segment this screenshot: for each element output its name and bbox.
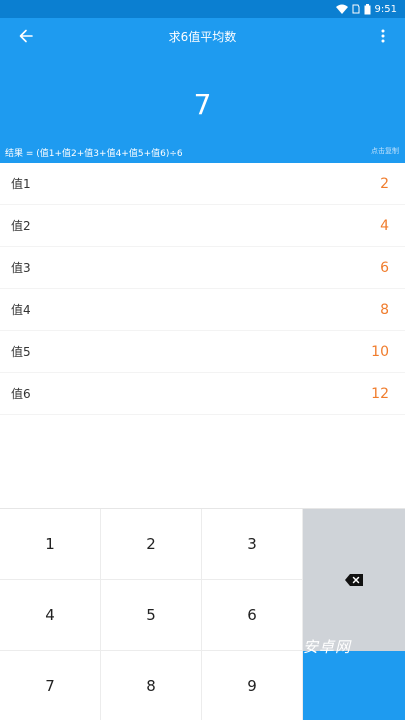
watermark: 安卓网 <box>303 638 352 656</box>
value-label: 值5 <box>11 345 31 359</box>
more-options-button[interactable] <box>375 24 391 48</box>
key-1[interactable]: 1 <box>0 509 101 580</box>
value-number: 12 <box>371 385 389 402</box>
back-button[interactable] <box>14 24 38 48</box>
value-number: 8 <box>380 301 389 318</box>
key-5[interactable]: 5 <box>101 580 202 651</box>
status-time: 9:51 <box>374 3 397 15</box>
result-value: 7 <box>193 88 212 121</box>
value-number: 6 <box>380 259 389 276</box>
sim-icon <box>352 4 360 14</box>
value-row-3[interactable]: 值3 6 <box>0 247 405 289</box>
value-number: 10 <box>371 343 389 360</box>
value-number: 2 <box>380 175 389 192</box>
page-title: 求6值平均数 <box>168 29 237 44</box>
value-row-5[interactable]: 值5 10 <box>0 331 405 373</box>
copy-hint[interactable]: 点击复制 <box>371 146 399 156</box>
value-label: 值1 <box>11 177 31 191</box>
key-6[interactable]: 6 <box>202 580 303 651</box>
formula-text: 结果 = (值1+值2+值3+值4+值5+值6)÷6 <box>5 149 183 159</box>
more-vert-icon <box>381 29 385 43</box>
value-row-1[interactable]: 值1 2 <box>0 163 405 205</box>
app-bar: 求6值平均数 <box>0 18 405 54</box>
value-row-4[interactable]: 值4 8 <box>0 289 405 331</box>
backspace-icon <box>345 574 363 586</box>
number-keypad: 1 2 3 4 5 6 7 8 9 <box>0 508 405 720</box>
key-7[interactable]: 7 <box>0 651 101 720</box>
delete-key[interactable] <box>303 509 405 651</box>
value-label: 值4 <box>11 303 31 317</box>
battery-icon <box>364 3 371 15</box>
confirm-key[interactable] <box>303 651 405 720</box>
value-row-6[interactable]: 值6 12 <box>0 373 405 415</box>
result-header: 求6值平均数 7 结果 = (值1+值2+值3+值4+值5+值6)÷6 点击复制 <box>0 18 405 163</box>
status-bar: 9:51 <box>0 0 405 18</box>
value-row-2[interactable]: 值2 4 <box>0 205 405 247</box>
value-label: 值6 <box>11 387 31 401</box>
arrow-left-icon <box>19 29 33 43</box>
key-2[interactable]: 2 <box>101 509 202 580</box>
key-9[interactable]: 9 <box>202 651 303 720</box>
key-8[interactable]: 8 <box>101 651 202 720</box>
wifi-icon <box>335 4 348 14</box>
value-number: 4 <box>380 217 389 234</box>
key-4[interactable]: 4 <box>0 580 101 651</box>
value-label: 值2 <box>11 219 31 233</box>
value-list: 值1 2 值2 4 值3 6 值4 8 值5 10 值6 12 <box>0 163 405 415</box>
value-label: 值3 <box>11 261 31 275</box>
key-3[interactable]: 3 <box>202 509 303 580</box>
